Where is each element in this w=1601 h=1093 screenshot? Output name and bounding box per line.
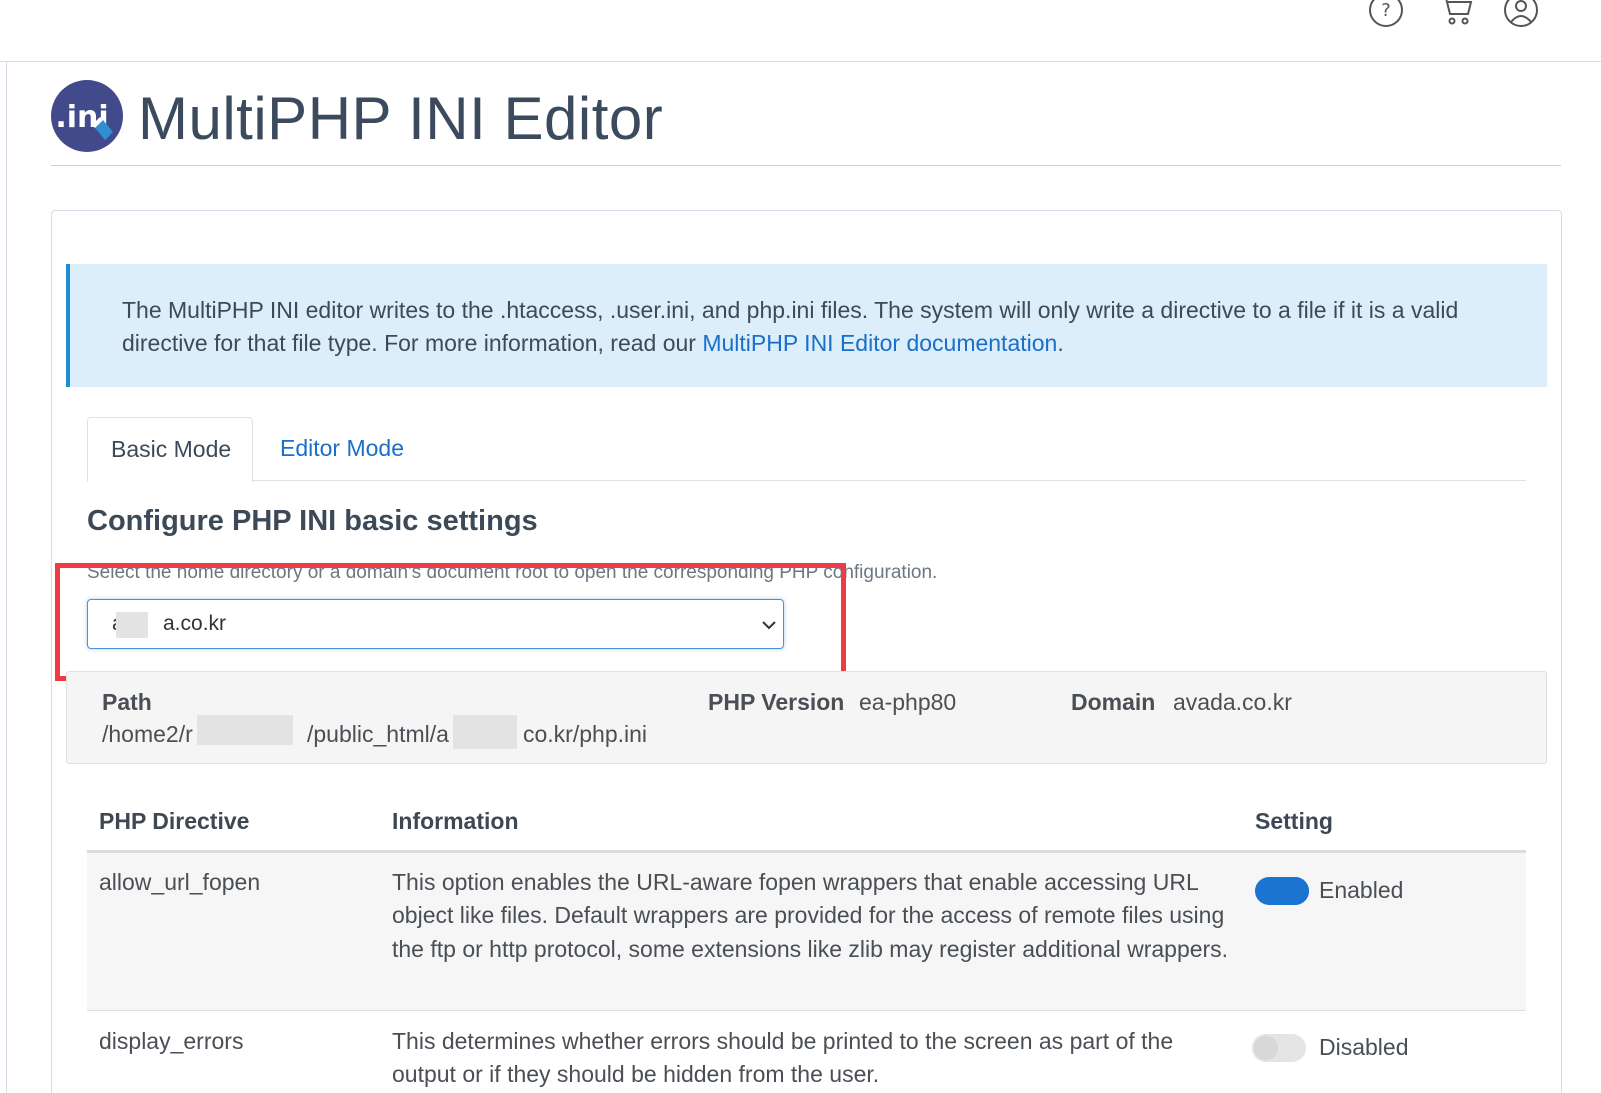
help-icon[interactable]: ? [1368,0,1404,28]
domain-label: Domain [1071,689,1156,715]
path-part-2: /public_html/a [307,721,449,747]
ini-file-icon: .ini [51,80,123,152]
display-errors-toggle[interactable] [1252,1034,1306,1062]
path-part-1: /home2/r [102,721,193,747]
page-header: .ini MultiPHP INI Editor [51,80,1561,166]
tab-editor-mode[interactable]: Editor Mode [280,435,404,462]
section-title: Configure PHP INI basic settings [87,505,538,537]
path-label: Path [102,689,152,715]
tab-basic-mode[interactable]: Basic Mode [87,417,253,482]
domain-value: avada.co.kr [1173,689,1292,715]
directive-info: This option enables the URL-aware fopen … [392,869,1229,962]
php-version-value: ea-php80 [859,689,957,715]
column-header-information: Information [392,808,519,834]
path-part-3: co.kr/php.ini [523,721,648,747]
alert-suffix: . [1057,330,1064,356]
annotation-highlight-box [55,563,846,681]
row-divider [87,1010,1526,1011]
user-icon[interactable] [1503,0,1539,28]
page-title: MultiPHP INI Editor [138,85,664,152]
alert-message: The MultiPHP INI editor writes to the .h… [122,294,1522,360]
info-alert: The MultiPHP INI editor writes to the .h… [66,264,1547,387]
svg-text:?: ? [1381,0,1391,21]
column-header-setting: Setting [1255,808,1333,834]
toggle-knob [1252,1034,1280,1062]
column-header-directive: PHP Directive [99,808,250,834]
toggle-knob [1281,877,1309,905]
php-version-label: PHP Version [708,689,845,715]
directive-name: allow_url_fopen [99,869,261,895]
config-info-box: Path /home2/r /public_html/a co.kr/php.i… [66,671,1547,764]
directive-info: This determines whether errors should be… [392,1028,1174,1088]
cart-icon[interactable] [1438,0,1474,28]
tabs-divider [87,480,1526,481]
allow-url-fopen-toggle[interactable] [1255,877,1309,905]
tab-basic-mode-label: Basic Mode [111,436,232,462]
setting-status: Enabled [1319,877,1404,903]
redacted-block [453,715,517,749]
left-divider [6,62,7,1093]
top-bar: ? [0,0,1601,62]
redacted-block [197,715,293,745]
documentation-link[interactable]: MultiPHP INI Editor documentation [702,330,1057,356]
setting-status: Disabled [1319,1034,1409,1060]
directive-name: display_errors [99,1028,244,1054]
